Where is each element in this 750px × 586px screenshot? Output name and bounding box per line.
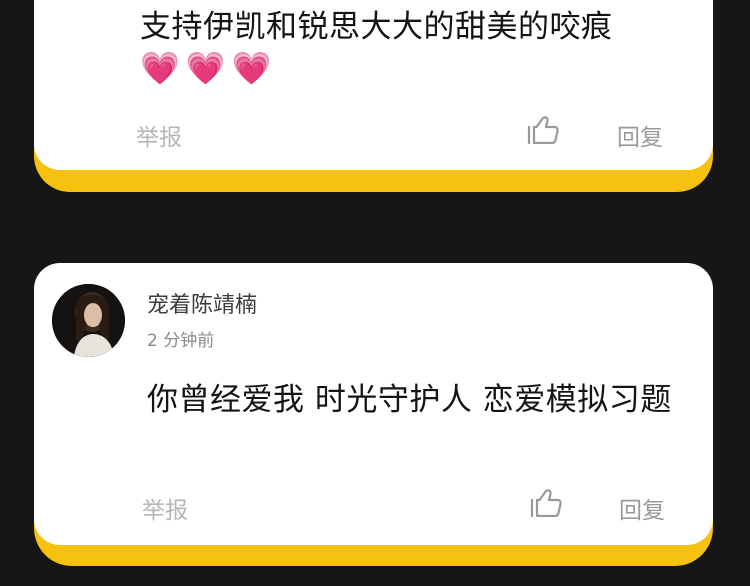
card-body: 支持伊凯和锐思大大的甜美的咬痕 💗💗💗 举报 回复 — [34, 0, 713, 170]
comment-text: 你曾经爱我 时光守护人 恋爱模拟习题 — [147, 382, 672, 418]
report-button[interactable]: 举报 — [136, 118, 182, 152]
username[interactable]: 宠着陈靖楠 — [147, 287, 257, 319]
comment-card: 支持伊凯和锐思大大的甜美的咬痕 💗💗💗 举报 回复 — [34, 0, 713, 192]
avatar[interactable] — [52, 284, 125, 357]
report-button[interactable]: 举报 — [142, 491, 188, 525]
reply-button[interactable]: 回复 — [617, 118, 663, 152]
card-body: 宠着陈靖楠 2 分钟前 你曾经爱我 时光守护人 恋爱模拟习题 举报 回复 — [34, 263, 713, 545]
heart-emojis: 💗💗💗 — [140, 49, 278, 87]
comment-card: 宠着陈靖楠 2 分钟前 你曾经爱我 时光守护人 恋爱模拟习题 举报 回复 — [34, 263, 713, 566]
reply-button[interactable]: 回复 — [619, 491, 665, 525]
comment-text: 支持伊凯和锐思大大的甜美的咬痕 — [140, 9, 613, 45]
thumbs-up-icon[interactable] — [530, 489, 562, 517]
thumbs-up-icon[interactable] — [527, 116, 559, 144]
comment-feed: 支持伊凯和锐思大大的甜美的咬痕 💗💗💗 举报 回复 宠着陈靖楠 2 分钟前 你曾… — [0, 0, 750, 586]
timestamp: 2 分钟前 — [147, 331, 215, 351]
